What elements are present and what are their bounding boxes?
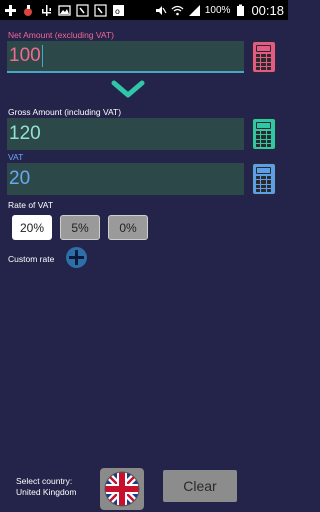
uk-flag-icon: [104, 471, 140, 507]
clear-button[interactable]: Clear: [163, 470, 237, 502]
battery-percent: 100%: [204, 4, 231, 16]
gross-amount-field[interactable]: 120: [7, 118, 244, 150]
clock: 00:18: [251, 2, 284, 18]
svg-text:o: o: [115, 7, 120, 16]
select-country-label: Select country: United Kingdom: [16, 476, 96, 498]
chevron-down-icon: [111, 80, 145, 98]
app-alert-icon: [24, 4, 32, 16]
custom-rate-label: Custom rate: [8, 254, 55, 264]
signal-icon: [188, 4, 200, 16]
calculator-icon: [256, 45, 271, 52]
status-bar-system: 100% 00:18: [154, 3, 284, 18]
rate-of-vat-label: Rate of VAT: [8, 200, 54, 210]
rate-option-5[interactable]: 5%: [60, 215, 100, 240]
gross-amount-value: 120: [9, 123, 41, 144]
gross-amount-label: Gross Amount (including VAT): [8, 107, 122, 117]
text-cursor: [41, 45, 43, 67]
rate-option-20[interactable]: 20%: [12, 215, 52, 240]
gross-calculator-button[interactable]: [252, 118, 276, 150]
battery-icon: [237, 4, 245, 16]
country-flag-button[interactable]: [100, 468, 144, 510]
plus-circle-icon[interactable]: [66, 247, 87, 268]
status-bar-notifications: o: [4, 3, 125, 17]
vat-field[interactable]: 20: [7, 163, 244, 195]
vat-calculator-button[interactable]: [252, 163, 276, 195]
select-country-text: Select country:: [16, 476, 73, 486]
net-amount-label: Net Amount (excluding VAT): [8, 30, 114, 40]
net-calculator-button[interactable]: [252, 41, 276, 73]
rate-option-0[interactable]: 0%: [108, 215, 148, 240]
status-bar: o 100% 00:18: [0, 0, 288, 20]
net-amount-value: 100: [9, 45, 41, 66]
outlook-icon: o: [113, 4, 124, 16]
calculator-icon: [256, 167, 271, 174]
missed-call-icon: [76, 3, 89, 17]
vat-label: VAT: [8, 152, 24, 162]
image-icon: [58, 4, 71, 16]
wifi-icon: [171, 5, 184, 15]
net-amount-field[interactable]: 100: [7, 41, 244, 73]
vat-value: 20: [9, 168, 31, 189]
add-icon: [5, 4, 16, 16]
calculator-icon: [256, 122, 271, 129]
missed-call-icon-2: [94, 3, 107, 17]
country-name: United Kingdom: [16, 487, 77, 497]
usb-icon: [42, 4, 51, 16]
mute-icon: [155, 5, 167, 15]
